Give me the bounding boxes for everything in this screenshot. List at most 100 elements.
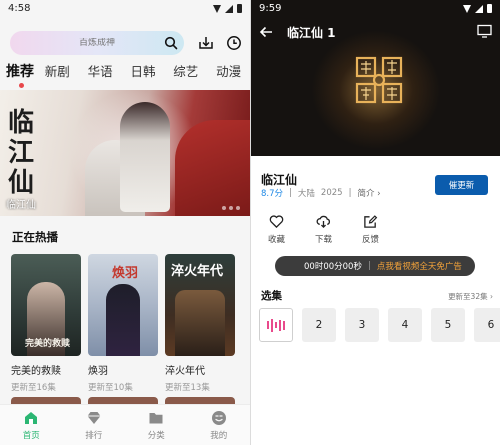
- episode-list: 2 3 4 5 6: [259, 308, 500, 342]
- banner-pagination: [222, 206, 240, 210]
- episode-button-5[interactable]: 5: [431, 308, 465, 342]
- banner-figure: [120, 102, 170, 212]
- now-playing-list: 完美的救赎 完美的救赎 更新至16集 焕羽 焕羽 更新至10集 淬火年代 淬火年…: [11, 254, 235, 393]
- ad-timer: 00时00分00秒: [304, 262, 362, 272]
- history-clock-icon[interactable]: [226, 35, 242, 51]
- tab-recommend[interactable]: 推荐: [6, 63, 36, 88]
- profile-icon: [211, 411, 226, 425]
- detail-screen: 9:59 临江仙 1 临江仙 8.7分 | 大陆 2025 | 简介 › 催更新…: [251, 0, 500, 445]
- tab-chinese[interactable]: 华语: [79, 63, 122, 85]
- banner-calligraphy: 临江仙: [8, 108, 35, 198]
- status-bar: 9:59: [251, 0, 500, 17]
- tab-japan-korea[interactable]: 日韩: [122, 63, 165, 85]
- action-label: 下载: [314, 235, 332, 245]
- episode-button-2[interactable]: 2: [302, 308, 336, 342]
- show-meta: 8.7分 | 大陆 2025 | 简介 ›: [261, 187, 381, 199]
- action-label: 收藏: [267, 235, 285, 245]
- status-time: 4:58: [8, 3, 31, 14]
- signal-icon: [475, 4, 483, 13]
- banner-figure: [175, 120, 250, 216]
- meta-separator: |: [289, 188, 292, 198]
- episode-button-6[interactable]: 6: [474, 308, 500, 342]
- show-card[interactable]: 淬火年代 淬火年代 更新至13集: [165, 254, 235, 393]
- episode-button-4[interactable]: 4: [388, 308, 422, 342]
- status-icons: [463, 4, 492, 13]
- poster-title: 焕羽: [112, 266, 139, 281]
- episodes-title: 选集: [261, 290, 282, 302]
- poster-title: 淬火年代: [171, 264, 224, 279]
- nav-home[interactable]: 首页: [0, 405, 63, 445]
- folder-icon: [149, 413, 163, 424]
- search-input[interactable]: [27, 38, 167, 48]
- show-card[interactable]: 焕羽 焕羽 更新至10集: [88, 254, 158, 393]
- battery-icon: [237, 4, 242, 13]
- nav-label: 排行: [85, 431, 103, 441]
- ad-free-bar[interactable]: 00时00分00秒 | 点我看视频全天免广告: [275, 256, 475, 276]
- tab-label: 推荐: [6, 64, 34, 80]
- request-update-button[interactable]: 催更新: [435, 175, 488, 195]
- signal-icon: [225, 4, 233, 13]
- cloud-download-icon: [316, 215, 331, 229]
- download-action[interactable]: 下载: [302, 214, 345, 245]
- nav-label: 我的: [210, 431, 228, 441]
- cast-screen-icon[interactable]: [477, 24, 492, 38]
- home-icon: [25, 412, 38, 424]
- action-row: 收藏 下载 反馈: [251, 214, 500, 245]
- tab-variety[interactable]: 综艺: [164, 63, 207, 85]
- ad-free-link[interactable]: 点我看视频全天免广告: [377, 260, 462, 272]
- diamond-icon: [87, 412, 101, 424]
- nav-profile[interactable]: 我的: [188, 405, 251, 445]
- show-status: 更新至10集: [88, 383, 133, 393]
- status-time: 9:59: [259, 3, 282, 14]
- show-poster[interactable]: 淬火年代: [165, 254, 235, 356]
- intro-link[interactable]: 简介 ›: [357, 187, 380, 199]
- search-bar[interactable]: [10, 31, 184, 55]
- wifi-icon: [463, 4, 471, 13]
- show-name: 焕羽: [88, 366, 108, 377]
- show-status: 更新至13集: [165, 383, 210, 393]
- banner-title: 临江仙: [6, 200, 36, 211]
- active-tab-indicator: [19, 83, 24, 88]
- tab-new-drama[interactable]: 新剧: [36, 63, 79, 85]
- nav-category[interactable]: 分类: [125, 405, 188, 445]
- show-name: 淬火年代: [165, 366, 205, 377]
- video-player[interactable]: 9:59 临江仙 1: [251, 0, 500, 156]
- show-poster[interactable]: 完美的救赎: [11, 254, 81, 356]
- home-screen: 4:58 推荐 新剧 华语 日韩: [0, 0, 250, 445]
- show-status: 更新至16集: [11, 383, 56, 393]
- nav-label: 首页: [22, 431, 40, 441]
- player-title: 临江仙 1: [287, 26, 336, 40]
- show-year: 2025: [320, 188, 343, 198]
- featured-banner[interactable]: 临江仙 临江仙: [0, 90, 250, 216]
- nav-label: 分类: [147, 431, 165, 441]
- status-icons: [213, 4, 242, 13]
- edit-icon: [364, 215, 378, 228]
- episode-button-3[interactable]: 3: [345, 308, 379, 342]
- favorite-action[interactable]: 收藏: [255, 214, 298, 245]
- status-bar: 4:58: [0, 0, 250, 17]
- battery-icon: [487, 4, 492, 13]
- action-label: 反馈: [361, 235, 379, 245]
- tab-anime[interactable]: 动漫: [207, 63, 250, 85]
- feedback-action[interactable]: 反馈: [349, 214, 392, 245]
- episodes-header: 选集 更新至32集 ›: [261, 288, 493, 303]
- episodes-more-link[interactable]: 更新至32集 ›: [448, 291, 493, 302]
- meta-separator: |: [348, 188, 352, 198]
- download-icon[interactable]: [198, 35, 214, 51]
- wifi-icon: [213, 4, 221, 13]
- episode-button-1[interactable]: [259, 308, 293, 342]
- ad-separator: |: [367, 261, 371, 271]
- show-score: 8.7分: [261, 189, 284, 199]
- back-arrow-icon[interactable]: [259, 25, 273, 39]
- show-region: 大陆: [297, 189, 315, 199]
- show-name: 完美的救赎: [11, 366, 61, 377]
- category-tabs: 推荐 新剧 华语 日韩 综艺 动漫: [6, 63, 250, 88]
- search-row: [10, 31, 244, 55]
- heart-icon: [269, 215, 284, 229]
- bottom-nav: 首页 排行 分类 我的: [0, 404, 250, 445]
- section-title: 正在热播: [12, 230, 58, 244]
- show-poster[interactable]: 焕羽: [88, 254, 158, 356]
- nav-ranking[interactable]: 排行: [63, 405, 126, 445]
- show-card[interactable]: 完美的救赎 完美的救赎 更新至16集: [11, 254, 81, 393]
- search-icon[interactable]: [164, 36, 178, 50]
